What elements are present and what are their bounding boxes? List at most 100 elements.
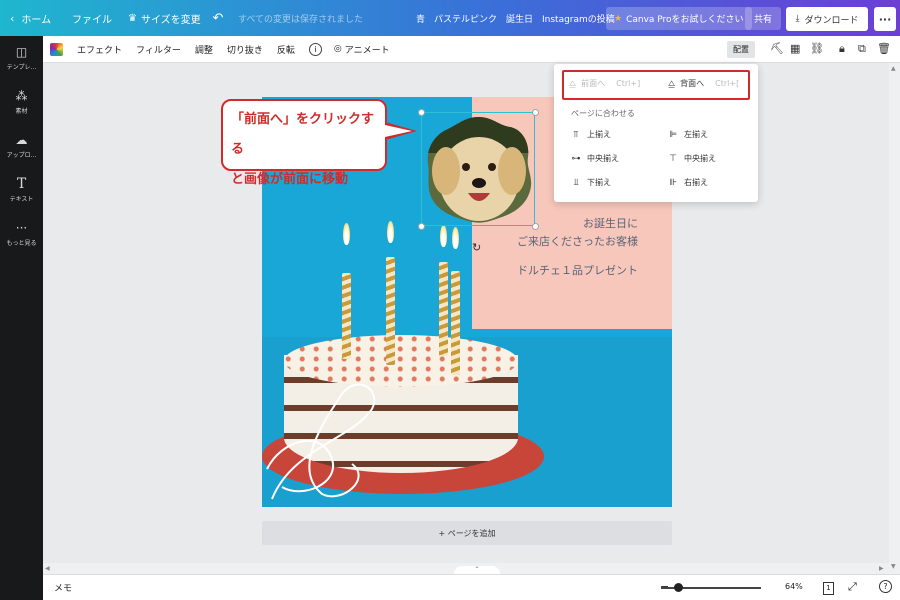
more-icon: ··· bbox=[15, 221, 28, 235]
crown-icon: ♛ bbox=[128, 12, 137, 24]
download-icon: ⤓ bbox=[795, 14, 800, 24]
align-middle-label: 中央揃え bbox=[587, 154, 619, 163]
align-center-label: 中央揃え bbox=[684, 154, 716, 163]
candle bbox=[386, 257, 395, 365]
info-icon[interactable]: i bbox=[308, 42, 322, 56]
design-title[interactable]: 青 パステルピンク 誕生日 Instagramの投稿 bbox=[408, 0, 623, 36]
align-top-icon: ⫪ bbox=[573, 129, 579, 140]
try-pro-label: Canva Proをお試しください bbox=[626, 15, 744, 25]
download-button[interactable]: ⤓ ダウンロード bbox=[786, 7, 868, 31]
bottom-bar: メモ − 64% 1 ⤢ ? bbox=[43, 574, 900, 600]
help-icon[interactable]: ? bbox=[879, 580, 892, 593]
arrange-button[interactable]: 配置 bbox=[727, 41, 755, 58]
highlight-box bbox=[562, 70, 750, 100]
callout-pointer-fill bbox=[385, 125, 412, 137]
resize-handle[interactable] bbox=[532, 223, 539, 230]
rotate-icon[interactable]: ↻ bbox=[472, 241, 481, 254]
scroll-left-icon[interactable]: ◀ bbox=[45, 565, 50, 572]
align-middle-icon: ⊶ bbox=[571, 153, 581, 164]
resize-button[interactable]: ♛ サイズを変更 bbox=[120, 0, 206, 36]
upload-icon: ☁ bbox=[15, 133, 28, 147]
callout-line-2: と画像が前面に移動 bbox=[231, 172, 349, 187]
animate-button[interactable]: ◎ アニメート bbox=[334, 43, 390, 56]
elements-icon: ⁂ bbox=[15, 89, 28, 103]
resize-handle[interactable] bbox=[418, 223, 425, 230]
align-bottom-label: 下揃え bbox=[587, 178, 611, 187]
align-left-label: 左揃え bbox=[684, 130, 708, 139]
effect-button[interactable]: エフェクト bbox=[77, 43, 122, 56]
callout-line-1: 「前面へ」をクリックする bbox=[231, 112, 375, 157]
filter-button[interactable]: フィルター bbox=[136, 43, 181, 56]
lock-icon[interactable]: 🔒︎ bbox=[839, 42, 845, 56]
try-pro-button[interactable]: ★ Canva Proをお試しください bbox=[606, 7, 752, 30]
dog-photo[interactable] bbox=[422, 113, 536, 227]
dog-photo-selection[interactable] bbox=[418, 109, 539, 230]
sidebar-item-label: 素材 bbox=[15, 108, 28, 115]
more-options-button[interactable]: ··· bbox=[874, 7, 896, 31]
sidebar-item-uploads[interactable]: ☁ アップロ... bbox=[0, 124, 43, 168]
page-grid-icon: 1 bbox=[823, 582, 834, 595]
star-icon: ★ bbox=[614, 13, 623, 24]
link-icon[interactable]: ⛓ bbox=[810, 42, 824, 55]
vertical-scrollbar[interactable]: ▲ ▼ bbox=[889, 63, 900, 574]
share-button[interactable]: 共有 bbox=[745, 7, 781, 30]
zoom-slider-handle[interactable] bbox=[674, 583, 684, 592]
home-button[interactable]: ‹ ホーム bbox=[0, 0, 64, 36]
candle bbox=[342, 273, 351, 359]
trash-icon[interactable]: 🗑︎ bbox=[877, 42, 891, 55]
align-right-item[interactable]: ⊪ 右揃え bbox=[668, 177, 708, 188]
fullscreen-icon[interactable]: ⤢ bbox=[848, 580, 857, 594]
candle-flame bbox=[452, 227, 459, 249]
adjust-button[interactable]: 調整 bbox=[195, 43, 213, 56]
align-left-item[interactable]: ⊫ 左揃え bbox=[668, 129, 708, 140]
sidebar-item-label: テキスト bbox=[9, 196, 34, 203]
align-top-item[interactable]: ⫪ 上揃え bbox=[571, 129, 611, 140]
zoom-percentage[interactable]: 64% bbox=[785, 582, 803, 591]
align-bottom-item[interactable]: ⫫ 下揃え bbox=[571, 177, 611, 188]
home-label: ホーム bbox=[21, 14, 52, 26]
top-bar: ‹ ホーム ファイル ♛ サイズを変更 ↶ すべての変更は保存されました 青 パ… bbox=[0, 0, 900, 36]
candle-flame bbox=[387, 221, 394, 243]
transparency-icon[interactable]: ▦ bbox=[790, 42, 800, 55]
sidebar-item-more[interactable]: ··· もっと見る bbox=[0, 212, 43, 256]
sidebar-item-text[interactable]: T テキスト bbox=[0, 168, 43, 212]
candle-flame bbox=[440, 225, 447, 247]
template-icon: ◫ bbox=[15, 45, 28, 59]
scroll-up-icon[interactable]: ▲ bbox=[891, 65, 896, 72]
candle bbox=[439, 262, 448, 356]
image-toolbar: エフェクト フィルター 調整 切り抜き 反転 i ◎ アニメート 配置 ⛏ ▦ … bbox=[43, 36, 900, 63]
add-page-button[interactable]: + ページを追加 bbox=[262, 521, 672, 545]
sidebar-item-templates[interactable]: ◫ テンプレ... bbox=[0, 36, 43, 80]
align-to-page-heading: ページに合わせる bbox=[571, 109, 635, 118]
align-right-label: 右揃え bbox=[684, 178, 708, 187]
align-middle-item[interactable]: ⊶ 中央揃え bbox=[571, 153, 620, 164]
duplicate-icon[interactable]: ⧉ bbox=[858, 42, 866, 56]
scroll-right-icon[interactable]: ▶ bbox=[879, 565, 884, 572]
scroll-down-icon[interactable]: ▼ bbox=[891, 563, 896, 570]
notes-button[interactable]: メモ bbox=[54, 581, 72, 594]
align-left-icon: ⊫ bbox=[669, 129, 677, 140]
align-center-item[interactable]: ⊤ 中央揃え bbox=[668, 153, 716, 164]
align-right-icon: ⊪ bbox=[669, 177, 677, 188]
align-center-icon: ⊤ bbox=[669, 153, 677, 164]
resize-handle[interactable] bbox=[532, 109, 539, 116]
paint-roller-icon[interactable]: ⛏ bbox=[770, 42, 784, 55]
instruction-callout: 「前面へ」をクリックする と画像が前面に移動 bbox=[221, 99, 387, 187]
message-line-2: ご来店くださったお客様 bbox=[517, 235, 638, 248]
file-menu-button[interactable]: ファイル bbox=[64, 0, 120, 36]
align-top-label: 上揃え bbox=[587, 130, 611, 139]
resize-label: サイズを変更 bbox=[140, 14, 201, 26]
save-status: すべての変更は保存されました bbox=[238, 14, 364, 25]
download-label: ダウンロード bbox=[804, 15, 859, 26]
crop-button[interactable]: 切り抜き bbox=[227, 43, 263, 56]
candle-flame bbox=[343, 223, 350, 245]
chevron-up-icon: ⌃ bbox=[474, 566, 480, 573]
flip-button[interactable]: 反転 bbox=[277, 43, 295, 56]
sidebar-item-label: テンプレ... bbox=[6, 64, 37, 71]
sidebar-item-elements[interactable]: ⁂ 素材 bbox=[0, 80, 43, 124]
message-line-3: ドルチェ１品プレゼント bbox=[517, 264, 638, 277]
resize-handle[interactable] bbox=[418, 109, 425, 116]
color-picker-icon[interactable] bbox=[50, 42, 63, 56]
undo-button[interactable]: ↶ bbox=[206, 0, 230, 36]
page-count-button[interactable]: 1 bbox=[823, 580, 834, 595]
